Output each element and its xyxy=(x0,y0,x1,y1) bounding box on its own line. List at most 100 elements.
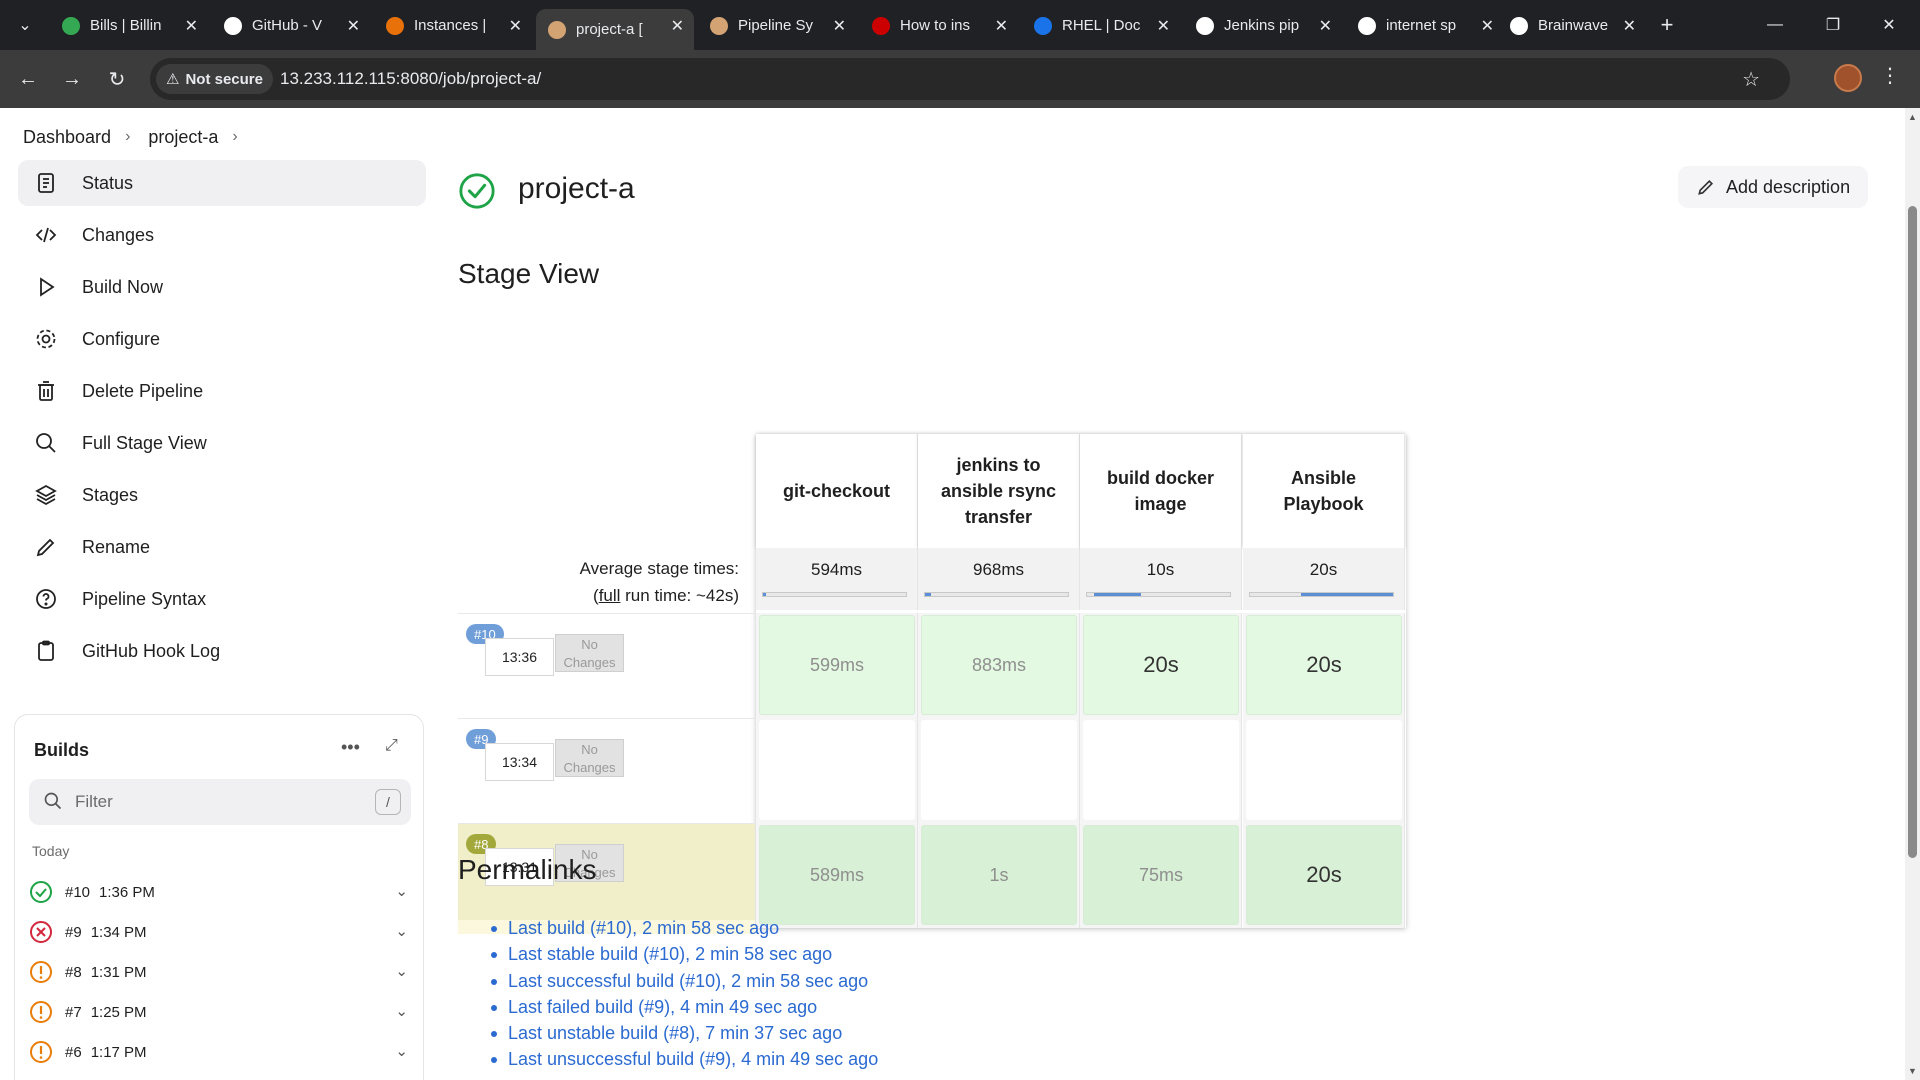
build-list-item[interactable]: #7 1:25 PM ⌄ xyxy=(29,995,414,1029)
permalink-item[interactable]: Last unstable build (#8), 7 min 37 sec a… xyxy=(490,1023,878,1049)
profile-avatar[interactable] xyxy=(1834,64,1862,92)
filter-input[interactable] xyxy=(75,789,355,815)
browser-tab[interactable]: GitHub - V ✕ xyxy=(212,9,370,42)
sidebar-item-label: Rename xyxy=(82,536,151,557)
more-options-icon[interactable]: ••• xyxy=(341,737,360,758)
restore-button[interactable]: ❐ xyxy=(1818,10,1848,40)
browser-tab[interactable]: Bills | Billin ✕ xyxy=(50,9,208,42)
build-number[interactable]: #7 xyxy=(65,1004,82,1021)
stage-result-cell[interactable]: 20s xyxy=(1083,615,1239,715)
stage-result-cell[interactable]: 20s xyxy=(1246,615,1402,715)
build-list-item[interactable]: #6 1:17 PM ⌄ xyxy=(29,1035,414,1069)
stage-result-cell[interactable]: 883ms xyxy=(921,615,1077,715)
sidebar-item-full-stage-view[interactable]: Full Stage View xyxy=(18,420,426,466)
browser-tab[interactable]: Brainwave ✕ xyxy=(1498,9,1646,42)
build-time[interactable]: 1:36 PM xyxy=(99,884,155,901)
stage-result-cell xyxy=(1246,720,1402,820)
reload-button[interactable]: ↻ xyxy=(101,63,133,95)
build-time[interactable]: 1:34 PM xyxy=(91,924,147,941)
builds-filter[interactable]: / xyxy=(29,779,411,825)
permalink-item[interactable]: Last unsuccessful build (#9), 4 min 49 s… xyxy=(490,1049,878,1075)
close-window-button[interactable]: ✕ xyxy=(1874,10,1904,40)
full-run-time-link[interactable]: full xyxy=(599,586,621,605)
new-tab-button[interactable]: + xyxy=(1652,10,1682,40)
build-number[interactable]: #6 xyxy=(65,1044,82,1061)
browser-tab[interactable]: RHEL | Doc ✕ xyxy=(1022,9,1180,42)
pencil-icon xyxy=(1698,179,1714,195)
jenkins-favicon xyxy=(710,16,728,35)
browser-tab[interactable]: Jenkins pip ✕ xyxy=(1184,9,1342,42)
scroll-down-arrow-icon[interactable]: ▼ xyxy=(1908,1066,1917,1076)
browser-tab[interactable]: Instances | ✕ xyxy=(374,9,532,42)
sidebar-item-delete-pipeline[interactable]: Delete Pipeline xyxy=(18,368,426,414)
permalink-item[interactable]: Last failed build (#9), 4 min 49 sec ago xyxy=(490,997,878,1023)
close-tab-icon[interactable]: ✕ xyxy=(1157,16,1170,36)
build-time[interactable]: 1:25 PM xyxy=(91,1004,147,1021)
address-bar[interactable]: ⚠ Not secure 13.233.112.115:8080/job/pro… xyxy=(150,58,1790,100)
chevron-down-icon[interactable]: ⌄ xyxy=(395,922,408,940)
scrollbar-thumb[interactable] xyxy=(1908,206,1917,858)
chevron-down-icon[interactable]: ⌄ xyxy=(395,962,408,980)
build-number[interactable]: #9 xyxy=(65,924,82,941)
search-icon xyxy=(44,792,62,810)
browser-tab[interactable]: project-a [✕ xyxy=(536,9,694,50)
stage-result-cell[interactable]: 589ms xyxy=(759,825,915,925)
close-tab-icon[interactable]: ✕ xyxy=(185,16,198,36)
stage-result-cell[interactable]: 20s xyxy=(1246,825,1402,925)
sidebar-item-build-now[interactable]: Build Now xyxy=(18,264,426,310)
build-list-item[interactable]: #10 1:36 PM ⌄ xyxy=(29,875,414,909)
build-time[interactable]: 1:31 PM xyxy=(91,964,147,981)
build-number[interactable]: #10 xyxy=(65,884,90,901)
stage-result-cell[interactable]: 599ms xyxy=(759,615,915,715)
close-tab-icon[interactable]: ✕ xyxy=(1623,16,1636,36)
build-time[interactable]: 1:17 PM xyxy=(91,1044,147,1061)
chevron-down-icon[interactable]: ⌄ xyxy=(395,1042,408,1060)
chevron-down-icon[interactable]: ⌄ xyxy=(395,1002,408,1020)
minimize-button[interactable]: — xyxy=(1760,10,1790,40)
jenkins-page: Dashboard › project-a › Status Changes Bui… xyxy=(0,108,1905,1080)
chevron-right-icon[interactable]: › xyxy=(232,128,237,146)
browser-tab[interactable]: Pipeline Sy ✕ xyxy=(698,9,856,42)
expand-icon[interactable]: ⤢ xyxy=(385,737,398,755)
build-list-item[interactable]: #9 1:34 PM ⌄ xyxy=(29,915,414,949)
sidebar-item-rename[interactable]: Rename xyxy=(18,524,426,570)
forward-button[interactable]: → xyxy=(56,63,88,95)
stage-header: build docker image xyxy=(1080,434,1242,548)
sidebar-item-configure[interactable]: Configure xyxy=(18,316,426,362)
tab-search-chevron-icon[interactable]: ⌄ xyxy=(10,10,40,40)
url-text[interactable]: 13.233.112.115:8080/job/project-a/ xyxy=(280,69,541,89)
chevron-down-icon[interactable]: ⌄ xyxy=(395,882,408,900)
breadcrumb-dashboard[interactable]: Dashboard xyxy=(23,127,111,148)
close-tab-icon[interactable]: ✕ xyxy=(995,16,1008,36)
build-list-item[interactable]: #8 1:31 PM ⌄ xyxy=(29,955,414,989)
breadcrumb-project[interactable]: project-a xyxy=(148,127,218,148)
add-description-button[interactable]: Add description xyxy=(1678,166,1868,208)
permalink-item[interactable]: Last build (#10), 2 min 58 sec ago xyxy=(490,918,878,944)
permalink-item[interactable]: Last stable build (#10), 2 min 58 sec ag… xyxy=(490,944,878,970)
stage-average-time: 20s xyxy=(1243,548,1405,610)
sidebar-item-github-hook-log[interactable]: GitHub Hook Log xyxy=(18,628,426,674)
stage-result-cell[interactable]: 1s xyxy=(921,825,1077,925)
close-tab-icon[interactable]: ✕ xyxy=(1481,16,1494,36)
permalink-item[interactable]: Last successful build (#10), 2 min 58 se… xyxy=(490,971,878,997)
close-tab-icon[interactable]: ✕ xyxy=(347,16,360,36)
close-tab-icon[interactable]: ✕ xyxy=(833,16,846,36)
security-chip[interactable]: ⚠ Not secure xyxy=(156,64,273,94)
browser-menu-icon[interactable]: ⋮ xyxy=(1880,63,1900,88)
sidebar-item-changes[interactable]: Changes xyxy=(18,212,426,258)
stage-average-bar xyxy=(1086,592,1231,597)
bookmark-star-icon[interactable]: ☆ xyxy=(1742,67,1760,92)
scroll-up-arrow-icon[interactable]: ▲ xyxy=(1908,112,1917,122)
back-button[interactable]: ← xyxy=(12,63,44,95)
stage-result-cell[interactable]: 75ms xyxy=(1083,825,1239,925)
sidebar-item-status[interactable]: Status xyxy=(18,160,426,206)
build-number[interactable]: #8 xyxy=(65,964,82,981)
sidebar-item-pipeline-syntax[interactable]: Pipeline Syntax xyxy=(18,576,426,622)
browser-tab[interactable]: internet sp ✕ xyxy=(1346,9,1504,42)
page-scrollbar[interactable]: ▲ ▼ xyxy=(1905,108,1920,1080)
sidebar-item-stages[interactable]: Stages xyxy=(18,472,426,518)
close-tab-icon[interactable]: ✕ xyxy=(671,16,684,36)
close-tab-icon[interactable]: ✕ xyxy=(509,16,522,36)
close-tab-icon[interactable]: ✕ xyxy=(1319,16,1332,36)
browser-tab[interactable]: How to ins ✕ xyxy=(860,9,1018,42)
